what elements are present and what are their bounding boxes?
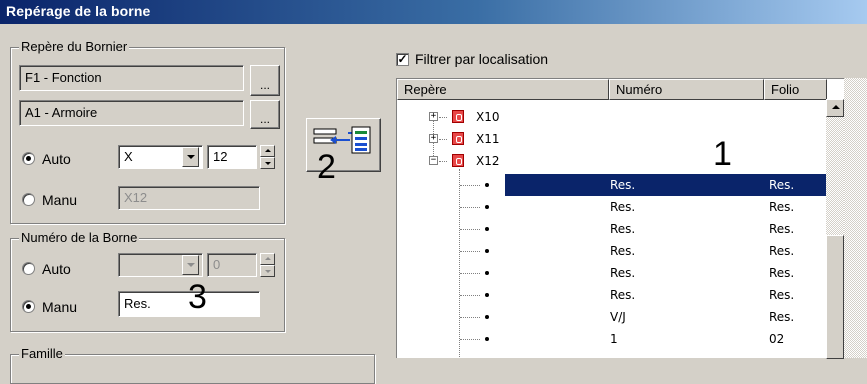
tree-connector — [439, 161, 447, 162]
row-numero: Res. — [610, 200, 636, 214]
spin-up-icon — [265, 257, 271, 260]
bornier-manu-radio[interactable] — [22, 193, 35, 206]
tree-connector — [460, 273, 480, 274]
tree-node-label: X12 — [476, 154, 500, 168]
row-folio: Res. — [769, 222, 795, 236]
bornier-auto-spinner[interactable] — [260, 145, 275, 169]
scroll-up-button[interactable] — [826, 99, 844, 117]
terminal-bullet-icon — [485, 271, 489, 275]
row-numero: Res. — [610, 178, 636, 192]
tree-node-x11[interactable]: + X11 — [397, 129, 827, 152]
row-numero: 1 — [610, 332, 618, 346]
row-folio: Res. — [769, 200, 795, 214]
column-header-folio[interactable]: Folio — [764, 79, 827, 100]
tree-node-x12[interactable]: − X12 — [397, 151, 827, 174]
filter-checkbox[interactable]: ✓ — [396, 53, 409, 66]
tree-row[interactable]: Res. Res. — [397, 262, 827, 285]
scroll-thumb[interactable] — [826, 235, 844, 359]
tree-row[interactable]: Res. Res. — [397, 174, 827, 197]
bornier-auto-label: Auto — [42, 151, 71, 167]
armoire-browse-button[interactable]: ... — [250, 100, 280, 129]
tree-connector — [460, 185, 480, 186]
combo-dropdown-button[interactable] — [182, 147, 199, 167]
spin-down-icon — [265, 270, 271, 273]
fonction-field: F1 - Fonction — [19, 65, 244, 91]
terminal-bullet-icon — [485, 205, 489, 209]
terminal-bullet-icon — [485, 183, 489, 187]
row-numero: Res. — [610, 244, 636, 258]
row-folio: Res. — [769, 288, 795, 302]
tree-connector — [460, 317, 480, 318]
bornier-manu-field: X12 — [118, 186, 260, 210]
famille-group-legend: Famille — [19, 346, 65, 362]
annotation-1: 1 — [713, 135, 732, 173]
bornier-group-legend: Repère du Bornier — [19, 39, 130, 55]
tree-row[interactable]: Res. Res. — [397, 284, 827, 307]
disabled-area — [844, 78, 867, 358]
connector-node-icon — [452, 132, 464, 145]
numero-auto-spin-field: 0 — [207, 253, 257, 277]
row-folio: Res. — [769, 266, 795, 280]
spin-down-icon — [265, 162, 271, 165]
row-folio: Res. — [769, 178, 795, 192]
tree-connector — [439, 117, 447, 118]
fonction-browse-button[interactable]: ... — [250, 65, 280, 96]
bornier-auto-radio[interactable] — [22, 152, 35, 165]
row-folio: Res. — [769, 244, 795, 258]
numero-group-legend: Numéro de la Borne — [19, 230, 140, 246]
expand-plus-icon[interactable]: + — [429, 134, 438, 143]
tree-row[interactable]: Res. Res. — [397, 196, 827, 219]
connector-node-icon — [452, 110, 464, 123]
numero-auto-label: Auto — [42, 261, 71, 277]
terminal-bullet-icon — [485, 315, 489, 319]
tree-connector — [460, 207, 480, 208]
bornier-auto-spin-field[interactable]: 12 — [207, 145, 257, 169]
scroll-up-icon — [832, 105, 840, 109]
combo-dropdown-button — [182, 255, 199, 275]
bornier-manu-label: Manu — [42, 192, 78, 208]
chevron-down-icon — [187, 155, 195, 159]
tree-row[interactable]: Res. Res. — [397, 240, 827, 263]
row-numero: Res. — [610, 288, 636, 302]
expand-plus-icon[interactable]: + — [429, 112, 438, 121]
tree-connector — [460, 229, 480, 230]
chevron-down-icon — [187, 263, 195, 267]
window-title: Repérage de la borne — [0, 0, 867, 24]
terminal-bullet-icon — [485, 337, 489, 341]
connector-node-icon — [452, 154, 464, 167]
filter-label: Filtrer par localisation — [415, 51, 549, 67]
tree-scrollbar[interactable] — [826, 99, 844, 359]
tree-row[interactable]: Res. Res. — [397, 218, 827, 241]
tree-connector — [460, 339, 480, 340]
armoire-field: A1 - Armoire — [19, 100, 244, 126]
row-numero: V/J — [610, 310, 626, 324]
tree-connector — [460, 295, 480, 296]
tree-node-label: X10 — [476, 110, 500, 124]
row-folio: Res. — [769, 310, 795, 324]
row-numero: Res. — [610, 222, 636, 236]
numero-manu-label: Manu — [42, 299, 78, 315]
terminal-bullet-icon — [485, 293, 489, 297]
famille-group: Famille — [10, 346, 375, 384]
tree-node-label: X11 — [476, 132, 500, 146]
terminal-bullet-icon — [485, 249, 489, 253]
numero-auto-spinner — [260, 253, 275, 277]
numero-auto-radio[interactable] — [22, 262, 35, 275]
annotation-3: 3 — [188, 278, 207, 316]
tree-connector — [460, 251, 480, 252]
terminal-bullet-icon — [485, 227, 489, 231]
collapse-minus-icon[interactable]: − — [429, 156, 438, 165]
row-numero: Res. — [610, 266, 636, 280]
column-header-numero[interactable]: Numéro — [609, 79, 764, 100]
column-header-repere[interactable]: Repère — [397, 79, 609, 100]
tree-node-x10[interactable]: + X10 — [397, 107, 827, 130]
annotation-2: 2 — [317, 148, 336, 186]
tree-row[interactable]: V/J Res. — [397, 306, 827, 329]
row-folio: 02 — [769, 332, 785, 346]
tree-row[interactable]: 1 02 — [397, 328, 827, 351]
tree-connector — [439, 139, 447, 140]
numero-manu-radio[interactable] — [22, 300, 35, 313]
spin-up-icon — [265, 149, 271, 152]
tree-list[interactable]: Repère Numéro Folio + X10 + X11 − X12 1 … — [396, 78, 867, 358]
